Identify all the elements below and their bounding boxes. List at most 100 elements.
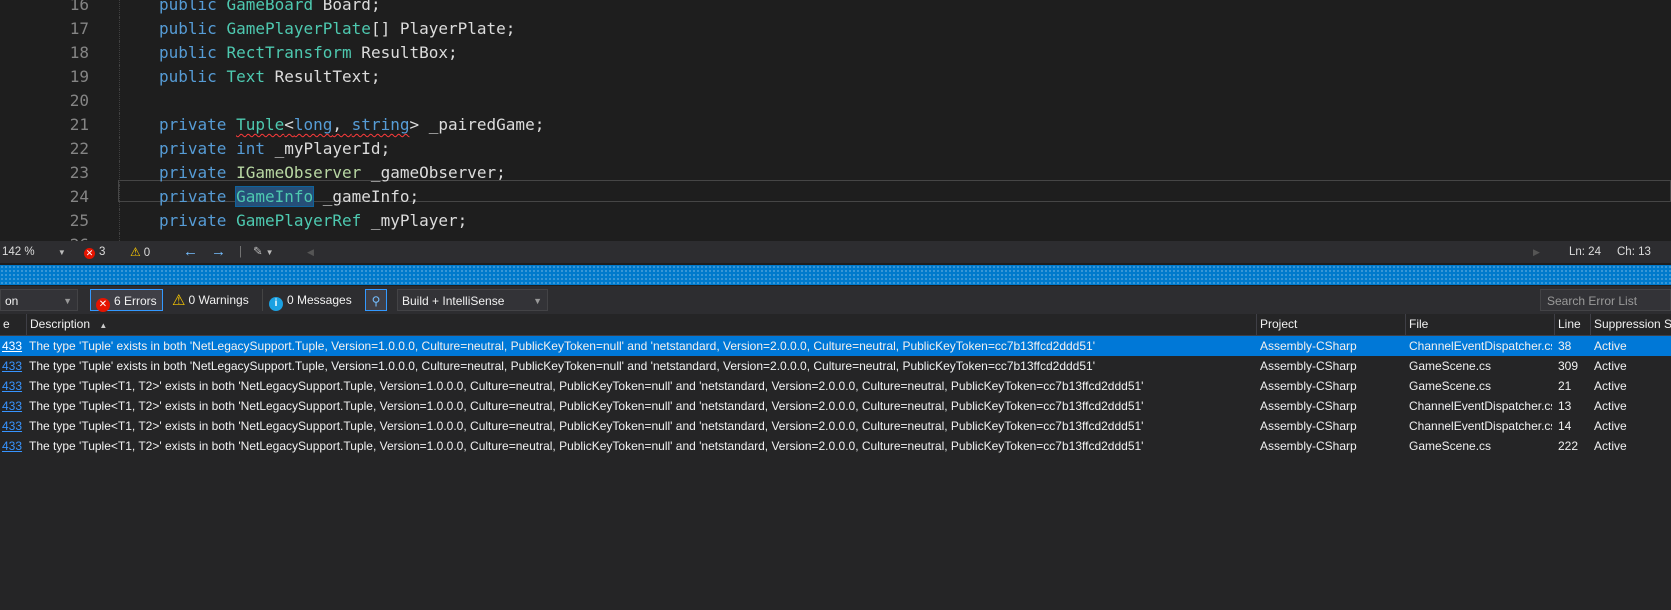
filter-toggle-button[interactable]: ⚲ (365, 289, 387, 311)
table-row[interactable]: 433 The type 'Tuple' exists in both 'NetL… (0, 356, 1671, 376)
cell-line: 309 (1558, 359, 1579, 373)
indent-guide (119, 17, 120, 41)
char-number-indicator: Ch: 13 (1617, 246, 1651, 258)
cell-suppression: Active (1594, 439, 1627, 453)
filter-icon: ⚲ (371, 294, 381, 308)
error-count: 3 (99, 246, 106, 258)
cell-code[interactable]: 433 (2, 356, 24, 376)
editor-status-bar: 142 % ▼ ✕ 3 ⚠ 0 ← → | ✎ ▼ ◀ ▶ Ln: 24 Ch: 13 (0, 241, 1671, 263)
navigate-back-icon[interactable]: ← (183, 241, 198, 263)
errors-filter-button[interactable]: ✕ 6 Errors (90, 289, 163, 312)
table-row[interactable]: 433 The type 'Tuple<T1, T2>' exists in bo… (0, 376, 1671, 396)
code-line[interactable]: 24 private GameInfo _gameInfo; (0, 185, 1671, 209)
code-token: GameBoard (226, 0, 314, 14)
column-header-suppression[interactable]: Suppression St (1590, 314, 1671, 335)
error-list-title-bar[interactable] (0, 265, 1671, 285)
code-token: private (159, 211, 237, 230)
cell-file: ChannelEventDispatcher.cs (1409, 419, 1552, 433)
messages-filter-button[interactable]: i 0 Messages (262, 289, 352, 311)
cell-code[interactable]: 433 (2, 336, 24, 356)
code-token: string (351, 115, 410, 134)
column-header-file[interactable]: File (1405, 314, 1555, 335)
error-count-indicator[interactable]: ✕ 3 (84, 241, 105, 263)
cell-description: The type 'Tuple' exists in both 'NetLega… (29, 339, 1095, 353)
table-row[interactable]: 433 The type 'Tuple<T1, T2>' exists in bo… (0, 436, 1671, 456)
column-header-description[interactable]: Description ▲ (26, 314, 1259, 335)
error-icon: ✕ (96, 298, 110, 312)
table-row[interactable]: 433 The type 'Tuple<T1, T2>' exists in bo… (0, 396, 1671, 416)
code-token: Board; (313, 0, 381, 14)
code-token: , (332, 115, 352, 134)
code-line[interactable]: 18 public RectTransform ResultBox; (0, 41, 1671, 65)
cell-description: The type 'Tuple<T1, T2>' exists in both … (29, 399, 1144, 413)
code-token: private (159, 139, 237, 158)
cell-file: GameScene.cs (1409, 439, 1492, 453)
cell-code[interactable]: 433 (2, 416, 24, 436)
code-line[interactable]: 21 private Tuple<long, string> _pairedGam… (0, 113, 1671, 137)
code-line[interactable]: 19 public Text ResultText; (0, 65, 1671, 89)
code-token: IGameObserver (236, 163, 362, 182)
code-line[interactable]: 23 private IGameObserver _gameObserver; (0, 161, 1671, 185)
warning-count: 0 (143, 247, 151, 259)
scroll-left-icon[interactable]: ◀ (307, 241, 314, 263)
code-line[interactable]: 16 public GameBoard Board; (0, 0, 1671, 17)
code-text: private GameInfo _gameInfo; (159, 185, 419, 209)
code-text: private int _myPlayerId; (159, 137, 390, 161)
cell-suppression: Active (1594, 339, 1627, 353)
code-token: _myPlayer; (361, 211, 468, 230)
code-line[interactable]: 20 (0, 89, 1671, 113)
cell-description: The type 'Tuple<T1, T2>' exists in both … (29, 379, 1144, 393)
code-text: private GamePlayerRef _myPlayer; (159, 209, 467, 233)
line-number: 24 (69, 187, 89, 206)
scope-dropdown[interactable]: on ▼ (0, 289, 78, 311)
indent-guide (119, 209, 120, 233)
column-header-line[interactable]: Line (1554, 314, 1590, 335)
table-row[interactable]: 433 The type 'Tuple' exists in both 'NetL… (0, 336, 1671, 356)
line-number: 16 (69, 0, 89, 14)
cell-line: 13 (1558, 399, 1572, 413)
code-line[interactable]: 25 private GamePlayerRef _myPlayer; (0, 209, 1671, 233)
cell-description: The type 'Tuple<T1, T2>' exists in both … (29, 419, 1144, 433)
search-error-list-input[interactable]: Search Error List (1540, 289, 1671, 311)
indent-guide (119, 185, 120, 209)
cell-code[interactable]: 433 (2, 396, 24, 416)
code-token: GamePlayerPlate (226, 19, 371, 38)
line-number: 21 (69, 115, 89, 134)
table-header: e Description ▲ Project File Line Suppre… (0, 314, 1671, 336)
indent-guide (119, 41, 120, 65)
scope-value: on (5, 294, 19, 308)
brush-icon[interactable]: ✎ ▼ (253, 241, 274, 264)
toolbar-separator: | (239, 246, 242, 258)
code-line[interactable]: 17 public GamePlayerPlate[] PlayerPlate; (0, 17, 1671, 41)
chevron-down-icon: ▼ (265, 248, 274, 257)
table-row[interactable]: 433 The type 'Tuple<T1, T2>' exists in bo… (0, 416, 1671, 436)
line-number: 25 (69, 211, 89, 230)
code-token: ResultText; (264, 67, 381, 86)
navigate-forward-icon[interactable]: → (211, 241, 226, 263)
code-token: _gameObserver; (361, 163, 506, 182)
code-text: public RectTransform ResultBox; (159, 41, 458, 65)
warnings-filter-button[interactable]: ⚠ 0 Warnings (172, 289, 249, 311)
column-header-code[interactable]: e (0, 314, 26, 335)
scroll-right-icon[interactable]: ▶ (1533, 241, 1540, 263)
code-text: public Text ResultText; (159, 65, 381, 89)
code-line[interactable]: 22 private int _myPlayerId; (0, 137, 1671, 161)
code-token: < (284, 115, 294, 134)
warning-count-indicator[interactable]: ⚠ 0 (130, 241, 150, 264)
line-number: 22 (69, 139, 89, 158)
column-header-project[interactable]: Project (1256, 314, 1407, 335)
cell-file: ChannelEventDispatcher.cs (1409, 399, 1552, 413)
zoom-dropdown[interactable]: 142 % ▼ (2, 241, 66, 264)
cell-code[interactable]: 433 (2, 436, 24, 456)
code-token: private (159, 163, 237, 182)
build-filter-dropdown[interactable]: Build + IntelliSense ▼ (397, 289, 548, 311)
cell-description: The type 'Tuple<T1, T2>' exists in both … (29, 439, 1144, 453)
code-editor[interactable]: 16 public GameBoard Board; 17 public GamePl… (0, 0, 1671, 242)
cell-line: 38 (1558, 339, 1572, 353)
cell-code[interactable]: 433 (2, 376, 24, 396)
cell-project: Assembly-CSharp (1260, 439, 1357, 453)
line-number: 23 (69, 163, 89, 182)
code-token: private (159, 187, 237, 206)
code-token: long (293, 115, 333, 134)
code-token: GamePlayerRef (236, 211, 362, 230)
